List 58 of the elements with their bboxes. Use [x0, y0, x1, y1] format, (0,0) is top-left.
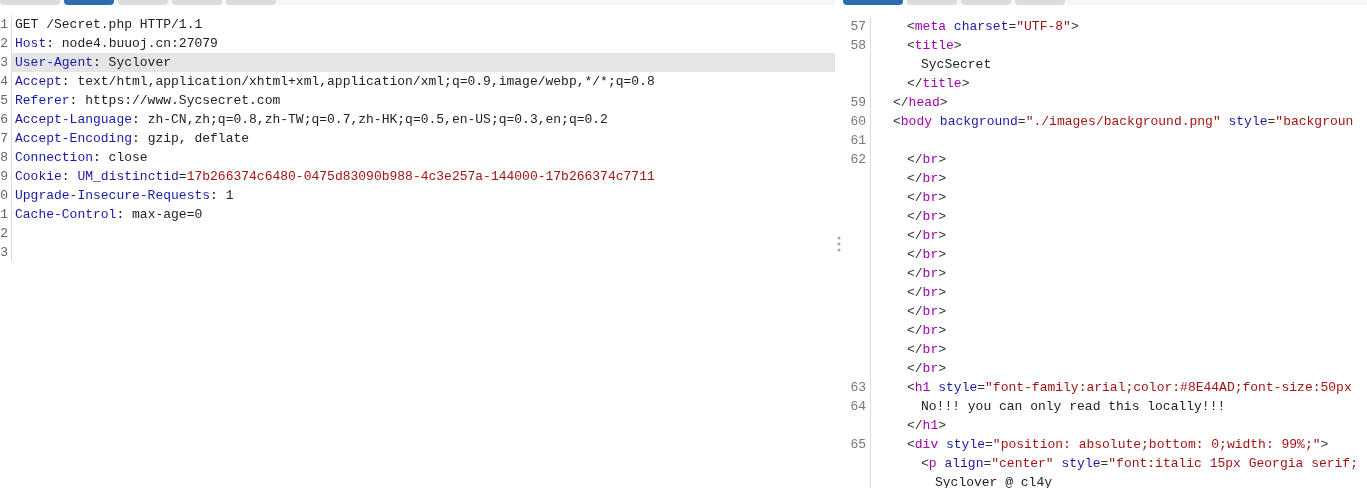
code-line: SycSecret [920, 56, 992, 74]
tab[interactable] [64, 0, 114, 5]
line-number: 7 [0, 129, 12, 148]
code-line: </br> [906, 303, 947, 321]
code-line: Host: node4.buuoj.cn:27079 [14, 35, 219, 53]
code-line: </br> [906, 246, 947, 264]
code-line: Accept: text/html,application/xhtml+xml,application/xml;q=0.9,image/webp,*/*;q=0.8 [14, 73, 656, 91]
code-line: <p align="center" style="font:italic 15px Georgia serif; [920, 455, 1358, 473]
code-line: </title> [906, 75, 970, 93]
code-line: GET /Secret.php HTTP/1.1 [14, 16, 204, 34]
line-number: 6 [0, 110, 12, 129]
line-number: 2 [0, 224, 12, 243]
code-line: <body background="./images/background.png" style="backgroun [893, 113, 1354, 131]
line-number: 59 [850, 94, 866, 112]
code-line: </br> [906, 189, 947, 207]
code-line: Cache-Control: max-age=0 [14, 206, 204, 224]
line-number: 65 [850, 436, 866, 454]
code-line: </br> [906, 341, 947, 359]
line-number: 3 [0, 243, 12, 262]
code-line: <h1 style="font-family:arial;color:#8E44AD;font-size:50px [906, 379, 1352, 397]
code-line: Syclover @ cl4y [934, 474, 1053, 488]
line-number: 2 [0, 34, 12, 53]
code-line: Cookie: UM_distinctid=17b266374c6480-0475d83090b988-4c3e257a-144000-17b266374c7711 [14, 168, 656, 186]
line-number: 5 [0, 91, 12, 110]
line-number: 8 [0, 148, 12, 167]
line-number: 63 [850, 379, 866, 397]
code-line: </head> [893, 94, 948, 112]
code-line: <title> [906, 37, 962, 55]
code-line: </br> [906, 265, 947, 283]
line-number: 0 [0, 186, 12, 205]
line-number: 60 [850, 113, 866, 131]
code-line: </br> [906, 322, 947, 340]
code-line: Referer: https://www.Sycsecret.com [14, 92, 282, 110]
line-number: 64 [850, 398, 866, 416]
line-number: 1 [0, 205, 12, 224]
code-line: <meta charset="UTF-8"> [906, 18, 1079, 36]
tab[interactable] [843, 0, 903, 5]
code-line: </br> [906, 227, 947, 245]
code-line: </br> [906, 360, 947, 378]
drag-handle-icon[interactable] [837, 236, 841, 252]
line-number: 61 [850, 132, 866, 150]
line-number: 4 [0, 72, 12, 91]
code-line: Accept-Encoding: gzip, deflate [14, 130, 251, 148]
line-number: 9 [0, 167, 12, 186]
code-line: Accept-Language: zh-CN,zh;q=0.8,zh-TW;q=0.7,zh-HK;q=0.5,en-US;q=0.3,en;q=0.2 [14, 111, 609, 129]
code-line: </br> [906, 208, 947, 226]
code-line: No!!! you can only read this locally!!! [920, 398, 1226, 416]
line-number: 62 [850, 151, 866, 169]
line-number: 57 [850, 18, 866, 36]
line-number: 1 [0, 15, 12, 34]
code-line: <div style="position: absolute;bottom: 0;width: 99%;"> [906, 436, 1329, 454]
code-line: </br> [906, 284, 947, 302]
code-line: Connection: close [14, 149, 149, 167]
line-number: 58 [850, 37, 866, 55]
code-line: </br> [906, 151, 947, 169]
code-line: </br> [906, 170, 947, 188]
code-line: </h1> [906, 417, 947, 435]
code-line: Upgrade-Insecure-Requests: 1 [14, 187, 235, 205]
